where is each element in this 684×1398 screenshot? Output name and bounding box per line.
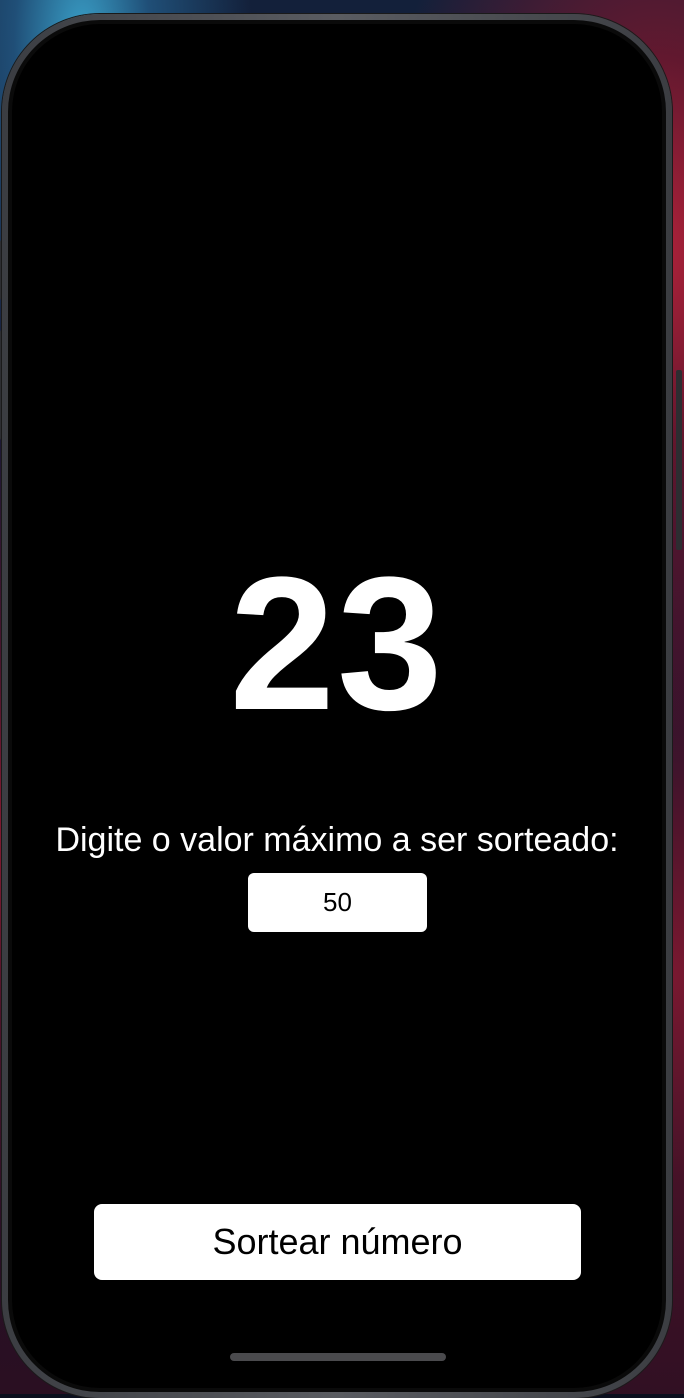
home-indicator[interactable] (230, 1353, 446, 1361)
draw-number-button[interactable]: Sortear número (94, 1204, 581, 1280)
drawn-number: 23 (229, 538, 445, 750)
max-value-label: Digite o valor máximo a ser sorteado: (55, 821, 619, 859)
power-button (676, 370, 682, 550)
phone-frame: 23 Digite o valor máximo a ser sorteado:… (2, 14, 672, 1398)
app-screen: 23 Digite o valor máximo a ser sorteado:… (12, 24, 662, 1388)
max-value-input[interactable] (248, 873, 427, 932)
phone-bezel: 23 Digite o valor máximo a ser sorteado:… (8, 20, 666, 1392)
